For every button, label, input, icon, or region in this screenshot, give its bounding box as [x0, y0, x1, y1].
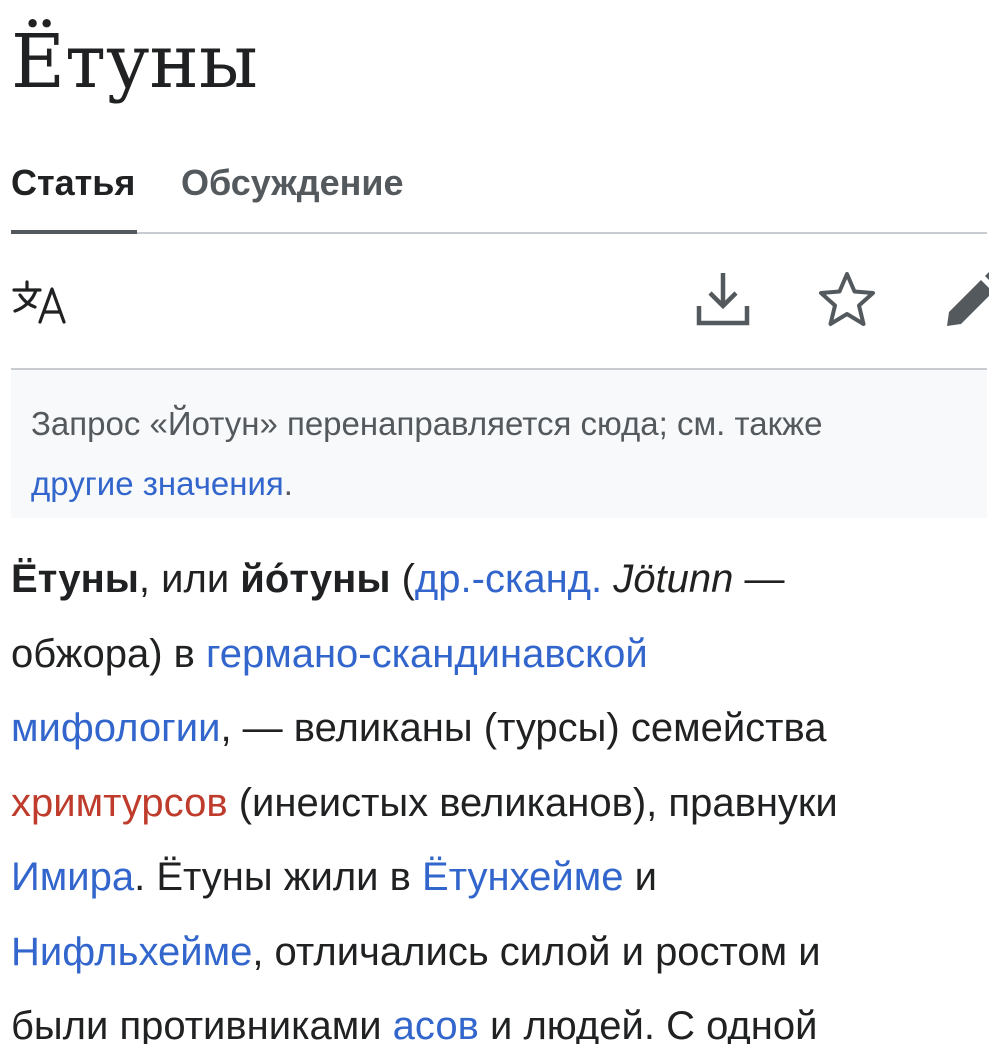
article-link[interactable]: Ётунхейме [422, 855, 623, 899]
article-text: и людей. С одной [478, 1004, 818, 1044]
page-toolbar [11, 268, 989, 332]
article-text [602, 557, 613, 601]
article-text: — [733, 557, 785, 601]
tab-article[interactable]: Статья [11, 160, 137, 234]
article-text: , — великаны (турсы) семейства [220, 706, 827, 750]
article-text: были противниками [11, 1004, 393, 1044]
download-icon[interactable] [691, 268, 755, 332]
article-text: , отличались силой и ростом и [252, 929, 821, 974]
article-text: , или [138, 557, 241, 601]
article-body: Ётуны, или йо́туны (др.-сканд. Jötunn — о… [11, 542, 987, 1044]
article-text: . Ётуны жили в [134, 855, 423, 899]
article-link[interactable]: мифологии [11, 706, 220, 750]
italic-term: Jötunn [613, 557, 734, 601]
hatnote: Запрос «Йотун» перенаправляется сюда; см… [11, 368, 987, 518]
language-icon[interactable] [11, 268, 75, 332]
article-link[interactable]: Нифльхейме [11, 930, 252, 974]
article-link[interactable]: асов [393, 1004, 479, 1044]
article-text: и [623, 855, 657, 899]
article-text: ( [390, 557, 415, 601]
article-redlink[interactable]: хримтурсов [11, 781, 228, 825]
article-link[interactable]: германо-скандинавской [206, 632, 648, 676]
article-text: (инеистых великанов), правнуки [227, 780, 838, 825]
bold-term: йо́туны [240, 557, 391, 601]
hatnote-text: Запрос «Йотун» перенаправляется сюда; см… [31, 405, 823, 442]
star-icon[interactable] [815, 268, 879, 332]
page-tabs: Статья Обсуждение [11, 160, 987, 234]
hatnote-end: . [283, 465, 293, 502]
article-link[interactable]: др.-сканд. [415, 557, 602, 601]
page-title: Ётуны [11, 19, 258, 105]
edit-pencil-icon[interactable] [941, 268, 989, 332]
article-text: обжора) в [11, 631, 206, 676]
article-link[interactable]: Имира [11, 855, 134, 899]
bold-term: Ётуны [11, 557, 139, 601]
tab-talk[interactable]: Обсуждение [181, 160, 404, 232]
hatnote-link-other-meanings[interactable]: другие значения [31, 465, 284, 502]
